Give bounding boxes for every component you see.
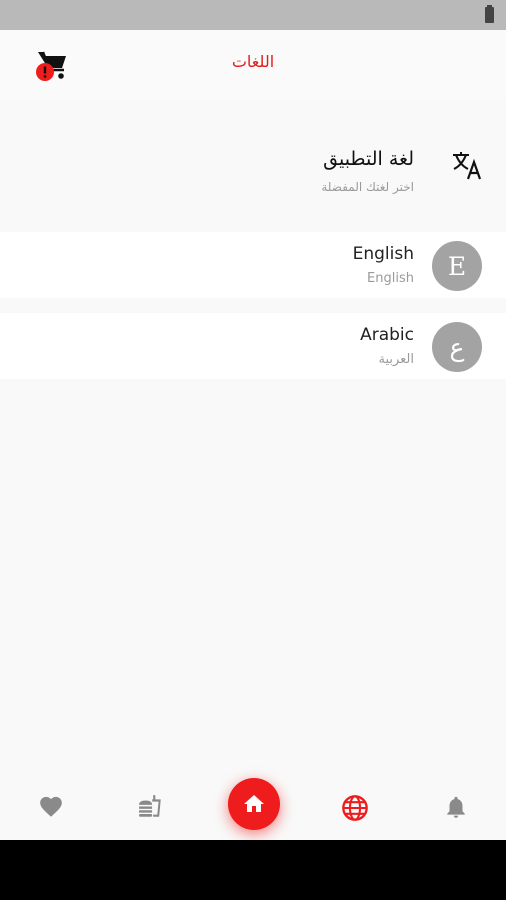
language-name: English [352, 244, 414, 264]
section-subtitle: اختر لغتك المفضلة [321, 180, 414, 194]
page-title: اللغات [231, 52, 275, 71]
language-avatar: ع [432, 322, 482, 372]
nav-menu[interactable] [138, 794, 164, 820]
fast-food-icon [139, 795, 161, 817]
app-bar: اللغات [0, 30, 506, 100]
app-language-header: لغة التطبيق اختر لغتك المفضلة [0, 110, 506, 230]
language-native-name: English [367, 271, 414, 286]
language-avatar: E [432, 241, 482, 291]
language-native-name: العربية [378, 352, 414, 367]
nav-languages[interactable] [341, 794, 368, 821]
section-title: لغة التطبيق [323, 148, 414, 170]
system-navigation-bar [0, 840, 506, 900]
status-bar [0, 0, 506, 30]
heart-icon [40, 796, 62, 817]
bell-icon [447, 796, 465, 818]
globe-icon [342, 795, 368, 821]
battery-icon [485, 5, 494, 23]
bottom-navigation [0, 776, 506, 840]
translate-icon [453, 152, 482, 180]
home-icon [244, 795, 264, 812]
nav-favorites[interactable] [38, 794, 64, 820]
nav-notifications[interactable] [443, 794, 469, 820]
language-item-english[interactable]: E English English [0, 232, 506, 298]
language-item-arabic[interactable]: ع Arabic العربية [0, 313, 506, 379]
language-name: Arabic [360, 325, 414, 345]
nav-home[interactable] [228, 778, 280, 830]
